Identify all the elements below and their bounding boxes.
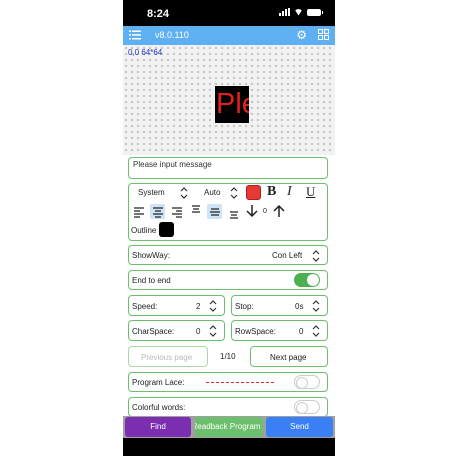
- stop-updown-icon[interactable]: [312, 300, 320, 312]
- stop-label: Stop:: [235, 302, 254, 311]
- bold-button[interactable]: B: [267, 184, 276, 200]
- align-right-icon[interactable]: [170, 205, 184, 219]
- speed-label: Speed:: [132, 302, 158, 311]
- arrow-up-icon[interactable]: [272, 204, 286, 218]
- app-bar: v8.0.110 ⚙: [123, 26, 335, 45]
- stop-row[interactable]: Stop: 0s: [231, 295, 328, 316]
- battery-icon: [307, 8, 323, 16]
- lace-preview-line: [206, 382, 274, 383]
- size-select[interactable]: Auto: [204, 188, 220, 197]
- next-page-button[interactable]: Next page: [250, 346, 328, 367]
- showway-value[interactable]: Con Left: [272, 251, 302, 260]
- status-icons: [279, 8, 323, 16]
- charspace-updown-icon[interactable]: [209, 325, 217, 337]
- showway-label: ShowWay:: [132, 251, 170, 260]
- action-bar: Find Readback Program Send: [123, 416, 335, 438]
- gear-icon[interactable]: ⚙: [296, 28, 307, 42]
- program-lace-label: Program Lace:: [132, 378, 185, 387]
- format-panel: System Auto B I U 0 Outline: [128, 183, 328, 241]
- previous-page-button[interactable]: Previous page: [128, 346, 208, 367]
- align-center-icon[interactable]: [151, 205, 165, 219]
- spacing-value: 0: [263, 208, 267, 215]
- speed-value[interactable]: 2: [196, 302, 200, 311]
- led-preview[interactable]: 0,0 64*64 Ple: [123, 45, 335, 155]
- page-indicator: 1/10: [220, 352, 236, 361]
- wifi-icon: [294, 8, 303, 16]
- outline-label: Outline: [131, 226, 157, 235]
- colorful-words-row: Colorful words:: [128, 397, 328, 417]
- showway-row[interactable]: ShowWay: Con Left: [128, 245, 328, 265]
- list-menu-icon[interactable]: [129, 30, 141, 40]
- program-lace-toggle[interactable]: [294, 375, 320, 389]
- find-button[interactable]: Find: [125, 417, 191, 437]
- message-input[interactable]: Please input message: [128, 157, 328, 179]
- readback-program-button[interactable]: Readback Program: [195, 417, 263, 437]
- signal-icon: [279, 8, 290, 16]
- valign-bottom-icon[interactable]: [227, 207, 241, 221]
- underline-button[interactable]: U: [306, 184, 315, 200]
- preview-coords: 0,0 64*64: [128, 48, 163, 57]
- program-lace-row: Program Lace:: [128, 372, 328, 392]
- text-color-swatch[interactable]: [246, 185, 261, 200]
- end-to-end-toggle[interactable]: [294, 273, 320, 287]
- arrow-down-icon[interactable]: [245, 204, 259, 218]
- grid-icon[interactable]: [318, 29, 329, 40]
- speed-updown-icon[interactable]: [209, 300, 217, 312]
- send-button[interactable]: Send: [266, 417, 333, 437]
- colorful-words-toggle[interactable]: [294, 400, 320, 414]
- next-page-label: Next page: [270, 353, 307, 362]
- settings-panel: Please input message System Auto B I U 0…: [123, 155, 335, 417]
- status-time: 8:24: [147, 8, 170, 20]
- led-text: Ple: [216, 88, 249, 120]
- end-to-end-label: End to end: [132, 276, 171, 285]
- valign-middle-icon[interactable]: [208, 205, 222, 219]
- outline-color-swatch[interactable]: [159, 222, 174, 237]
- charspace-label: CharSpace:: [132, 327, 175, 336]
- led-display: Ple: [215, 86, 249, 123]
- end-to-end-row: End to end: [128, 270, 328, 290]
- speed-row[interactable]: Speed: 2: [128, 295, 225, 316]
- rowspace-row[interactable]: RowSpace: 0: [231, 320, 328, 341]
- valign-top-icon[interactable]: [189, 203, 203, 217]
- phone-screen: 8:24 v8.0.110 ⚙ 0,0 64*64 Ple: [123, 0, 335, 456]
- charspace-row[interactable]: CharSpace: 0: [128, 320, 225, 341]
- app-version: v8.0.110: [155, 30, 189, 40]
- font-select[interactable]: System: [138, 188, 165, 197]
- rowspace-label: RowSpace:: [235, 327, 276, 336]
- charspace-value[interactable]: 0: [196, 327, 200, 336]
- stop-value[interactable]: 0s: [295, 302, 303, 311]
- size-updown-icon[interactable]: [230, 187, 238, 199]
- colorful-words-label: Colorful words:: [132, 403, 186, 412]
- italic-button[interactable]: I: [287, 184, 292, 200]
- status-bar: 8:24: [123, 0, 335, 26]
- rowspace-value[interactable]: 0: [299, 327, 303, 336]
- message-placeholder: Please input message: [133, 160, 212, 169]
- font-updown-icon[interactable]: [180, 187, 188, 199]
- home-indicator-area: [123, 438, 335, 456]
- rowspace-updown-icon[interactable]: [312, 325, 320, 337]
- showway-updown-icon[interactable]: [312, 250, 320, 262]
- align-left-icon[interactable]: [132, 205, 146, 219]
- previous-page-label: Previous page: [141, 353, 193, 362]
